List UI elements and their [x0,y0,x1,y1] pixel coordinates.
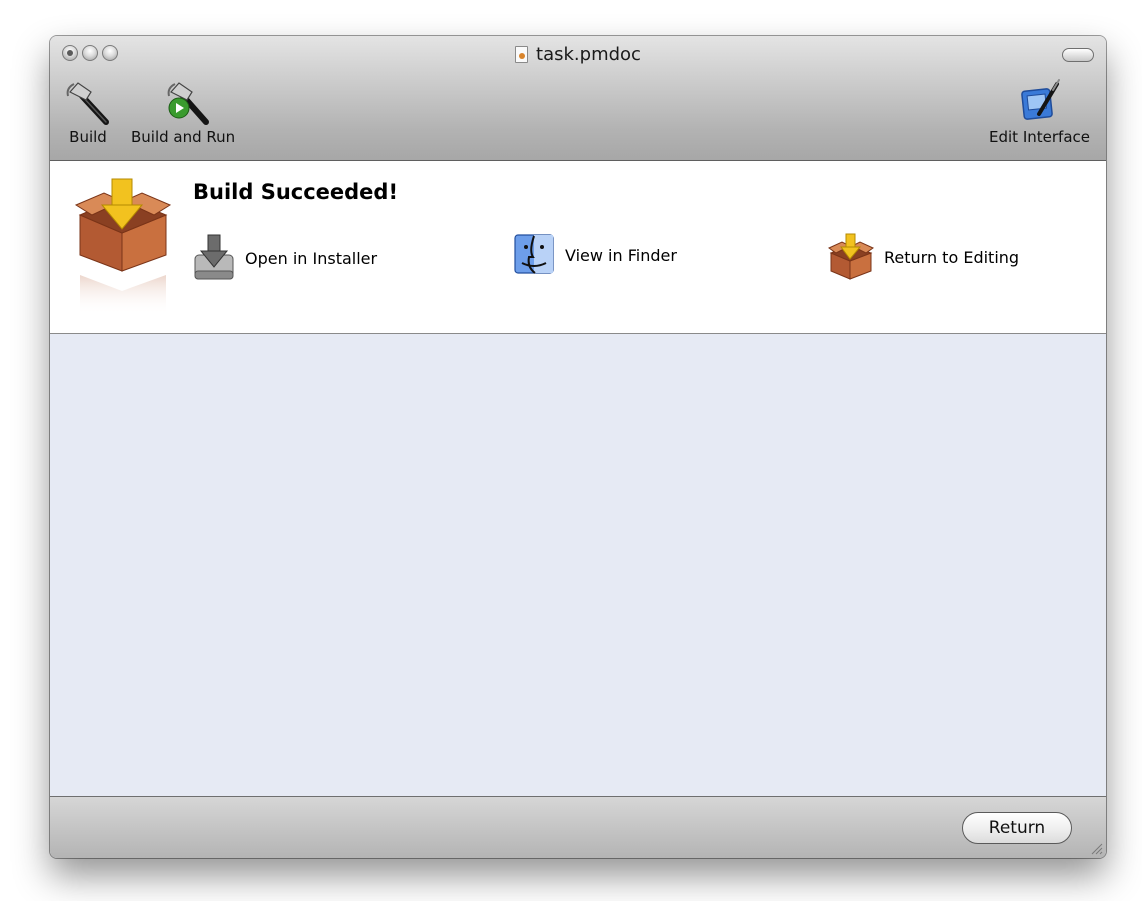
package-box-icon [74,178,172,315]
window-title-text: task.pmdoc [536,44,641,65]
build-and-run-label: Build and Run [131,128,236,146]
installer-disk-icon [194,234,234,280]
build-status-heading: Build Succeeded! [193,180,399,204]
bottom-bar: Return [50,796,1106,858]
open-in-installer-label: Open in Installer [245,248,378,268]
edit-interface-label: Edit Interface [989,128,1090,146]
build-and-run-button[interactable]: Build and Run [131,78,235,146]
document-icon [515,46,529,63]
toolbar-toggle-button[interactable] [1062,48,1094,62]
view-in-finder-link[interactable]: View in Finder [513,233,677,277]
return-to-editing-label: Return to Editing [884,247,1020,267]
window-title: task.pmdoc [50,44,1106,65]
build-button[interactable]: Build [64,78,112,146]
finder-icon [514,234,554,274]
hammer-icon [66,82,109,125]
return-button[interactable]: Return [962,812,1072,844]
package-build-window: task.pmdoc Build Build and Run Edit Inte… [50,36,1106,858]
interface-builder-icon [1020,79,1060,120]
resize-grip-icon[interactable] [1089,841,1103,855]
build-log-area [50,334,1106,796]
edit-interface-button[interactable]: Edit Interface [989,78,1090,146]
view-in-finder-label: View in Finder [565,245,677,265]
build-label: Build [69,128,107,146]
package-box-icon [828,233,874,280]
build-and-run-icon [167,82,210,125]
build-result-panel: Build Succeeded! Open in Installer View … [50,161,1106,334]
open-in-installer-link[interactable]: Open in Installer [193,233,377,283]
title-toolbar-area: task.pmdoc Build Build and Run Edit Inte… [50,36,1106,161]
return-to-editing-link[interactable]: Return to Editing [828,233,1019,281]
